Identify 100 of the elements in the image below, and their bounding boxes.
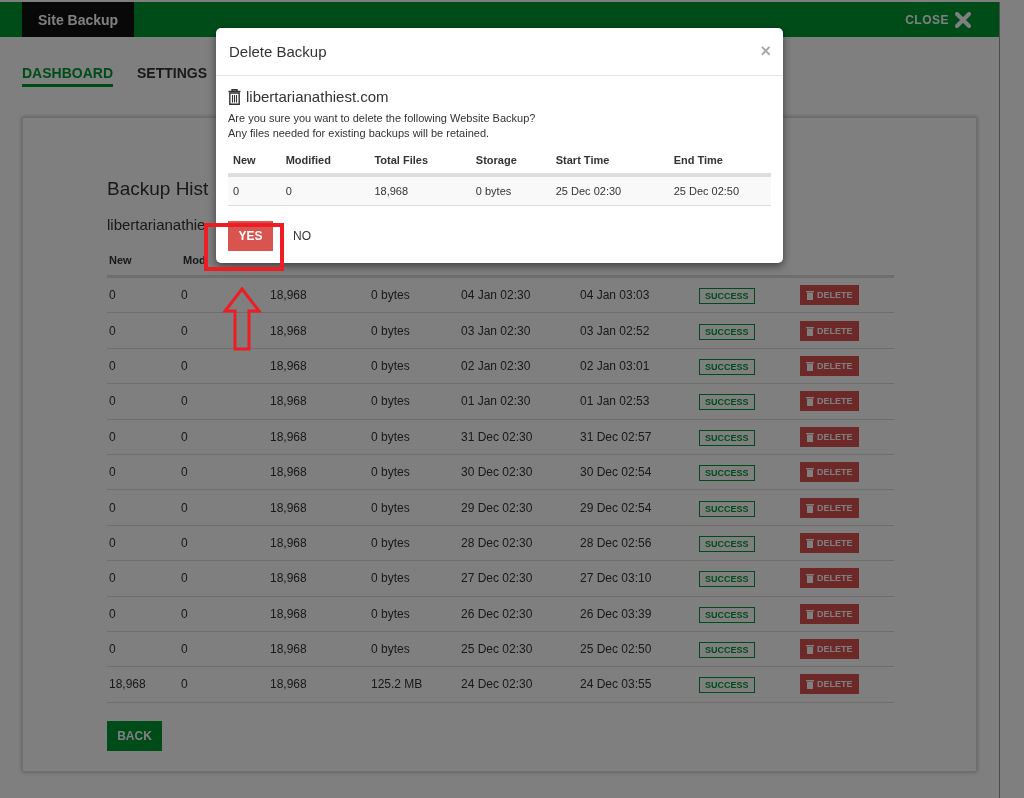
delete-button[interactable]: DELETE: [800, 532, 859, 553]
trash-icon: [806, 431, 814, 442]
trash-icon: [806, 644, 814, 655]
table-cell-text: 18,968: [269, 288, 308, 303]
delete-button[interactable]: DELETE: [800, 355, 859, 376]
table-cell-text: 28 Dec 02:30: [460, 535, 534, 550]
site-name: libertarianathiest.com: [246, 88, 389, 105]
no-button[interactable]: NO: [293, 229, 311, 243]
table-cell-text: 24 Dec 03:55: [579, 677, 653, 692]
table-cell-text: 02 Jan 03:01: [579, 358, 651, 373]
table-cell-text: 0 bytes: [370, 535, 411, 550]
table-cell-text: 0: [108, 465, 117, 480]
delete-button[interactable]: DELETE: [800, 320, 859, 341]
trash-icon: [806, 290, 814, 301]
table-cell-text: 0 bytes: [370, 394, 411, 409]
delete-button[interactable]: DELETE: [800, 462, 859, 483]
table-cell-text: 0: [180, 677, 189, 692]
table-cell-text: 26 Dec 02:30: [460, 606, 534, 621]
table-cell-text: 0: [180, 323, 189, 338]
table-cell-text: 0: [180, 606, 189, 621]
table-cell-text: 25 Dec 02:50: [579, 642, 653, 657]
status-badge: SUCCESS: [699, 394, 755, 411]
table-cell-text: 18,968: [269, 642, 308, 657]
status-badge: SUCCESS: [699, 535, 755, 552]
status-badge: SUCCESS: [699, 465, 755, 482]
table-cell-text: 29 Dec 02:54: [579, 500, 653, 515]
table-cell-text: 0: [180, 429, 189, 444]
table-cell-text: 0 bytes: [370, 465, 411, 480]
nav-tab[interactable]: DASHBOARD: [22, 65, 113, 87]
delete-button[interactable]: DELETE: [800, 285, 859, 306]
table-cell-text: 125.2 MB: [370, 677, 424, 692]
column-header: Total Files: [373, 154, 429, 166]
delete-button[interactable]: DELETE: [800, 603, 859, 624]
status-badge: SUCCESS: [699, 358, 755, 375]
table-cell-text: 18,968: [373, 185, 410, 197]
table-cell-text: 24 Dec 02:30: [460, 677, 534, 692]
table-cell-text: 18,968: [269, 465, 308, 480]
table-cell-text: 04 Jan 02:30: [460, 288, 532, 303]
table-cell-text: 18,968: [108, 677, 147, 692]
trash-icon: [806, 360, 814, 371]
trash-icon: [806, 502, 814, 513]
confirm-message: Any files needed for existing backups will be retained.: [228, 126, 491, 141]
delete-button[interactable]: DELETE: [800, 497, 859, 518]
table-cell-text: 0 bytes: [370, 323, 411, 338]
table-cell-text: 0: [284, 185, 293, 197]
status-badge: SUCCESS: [699, 606, 755, 623]
table-cell-text: 28 Dec 02:56: [579, 535, 653, 550]
table-cell-text: 01 Jan 02:53: [579, 394, 651, 409]
table-cell-text: 0: [108, 500, 117, 515]
trash-icon: [806, 679, 814, 690]
confirm-message: Are you sure you want to delete the following Website Backup?: [228, 111, 537, 126]
delete-button[interactable]: DELETE: [800, 674, 859, 695]
status-badge: SUCCESS: [699, 429, 755, 446]
up-arrow-icon: [222, 287, 262, 351]
table-cell-text: 27 Dec 03:10: [579, 571, 653, 586]
column-header: Start Time: [554, 154, 611, 166]
delete-button[interactable]: DELETE: [800, 391, 859, 412]
table-cell-text: 18,968: [269, 358, 308, 373]
close-button[interactable]: ×: [760, 41, 771, 62]
table-cell-text: 25 Dec 02:30: [554, 185, 623, 197]
delete-button[interactable]: DELETE: [800, 568, 859, 589]
table-cell-text: 02 Jan 02:30: [460, 358, 532, 373]
table-cell-text: 18,968: [269, 571, 308, 586]
table-cell-text: 0 bytes: [370, 606, 411, 621]
status-badge: SUCCESS: [699, 500, 755, 517]
section-title: Backup Hist: [107, 178, 209, 200]
table-cell-text: 0: [108, 606, 117, 621]
table-cell-text: 0: [108, 358, 117, 373]
table-cell-text: 25 Dec 02:30: [460, 642, 534, 657]
table-cell-text: 0 bytes: [370, 571, 411, 586]
trash-icon: [806, 325, 814, 336]
trash-icon: [228, 88, 241, 105]
delete-button[interactable]: DELETE: [800, 426, 859, 447]
table-cell-text: 0: [180, 571, 189, 586]
table-cell-text: 01 Jan 02:30: [460, 394, 532, 409]
app-title: Site Backup: [22, 2, 135, 37]
table-cell-text: 0: [180, 642, 189, 657]
delete-button[interactable]: DELETE: [800, 639, 859, 660]
table-cell-text: 18,968: [269, 677, 308, 692]
table-cell-text: 03 Jan 02:30: [460, 323, 532, 338]
column-header: End Time: [672, 154, 724, 166]
table-cell-text: 30 Dec 02:30: [460, 465, 534, 480]
trash-icon: [806, 608, 814, 619]
table-cell-text: 0: [180, 288, 189, 303]
table-cell-text: 26 Dec 03:39: [579, 606, 653, 621]
table-cell-text: 0: [108, 642, 117, 657]
trash-icon: [806, 396, 814, 407]
table-cell-text: 0: [108, 394, 117, 409]
table-cell-text: 0: [108, 571, 117, 586]
table-cell-text: 18,968: [269, 429, 308, 444]
table-cell-text: 0: [180, 500, 189, 515]
trash-icon: [806, 467, 814, 478]
close-button[interactable]: CLOSE: [905, 11, 971, 28]
back-button[interactable]: BACK: [107, 720, 162, 751]
table-cell-text: 0: [108, 535, 117, 550]
nav-tab[interactable]: SETTINGS: [137, 65, 207, 87]
status-badge: SUCCESS: [699, 642, 755, 659]
table-cell-text: 0 bytes: [474, 185, 513, 197]
status-badge: SUCCESS: [699, 571, 755, 588]
status-badge: SUCCESS: [699, 677, 755, 694]
